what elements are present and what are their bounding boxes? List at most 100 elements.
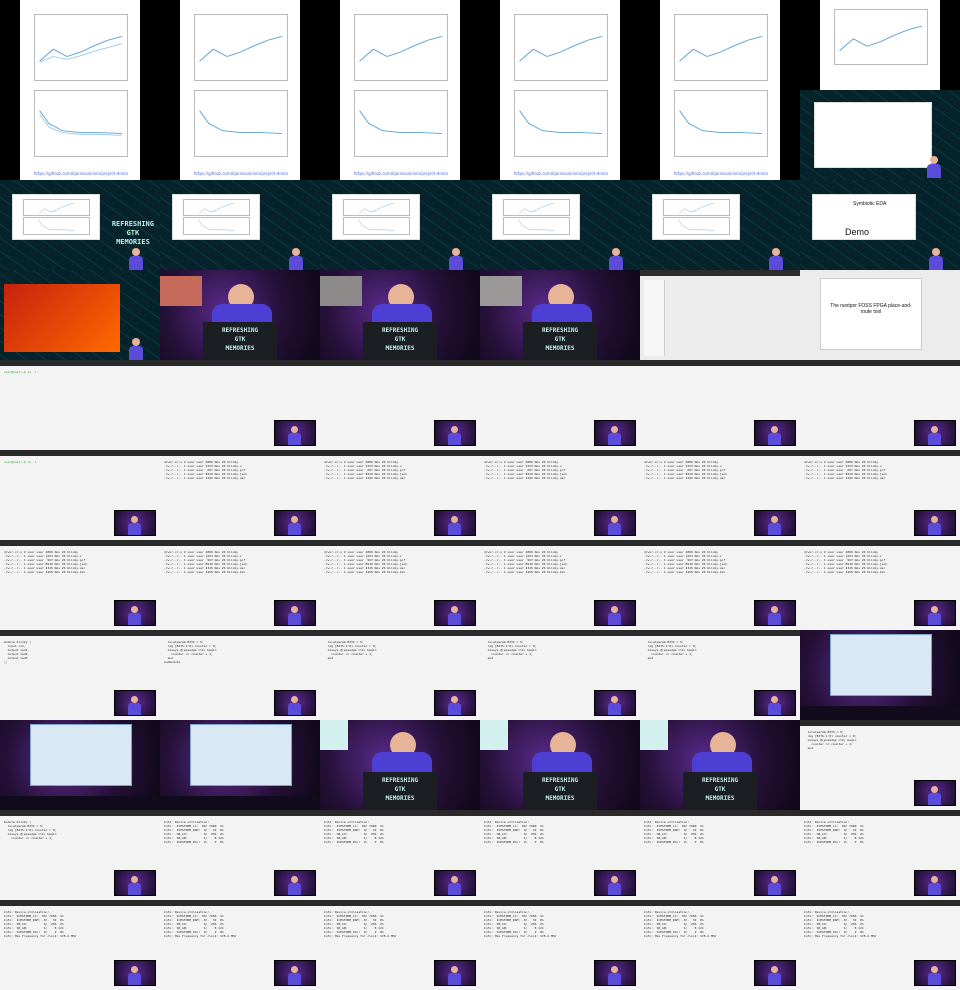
speaker-inset	[434, 420, 476, 446]
speaker-inset	[754, 420, 796, 446]
line-plot-upper	[674, 14, 768, 82]
line-plot-lower	[354, 90, 448, 157]
speaker-figure	[288, 248, 304, 270]
slide-url: https://github.com/bjornkoskinen/project…	[193, 171, 288, 176]
thumb-terminal-f6: Info: Device utilisation: Info: ICESTORM_…	[800, 810, 960, 900]
thumb-terminal-b4: drwxr-xr-x 2 user user 4096 Nov 20 blink…	[480, 450, 640, 540]
thumb-stage-1: REFRESHING GTK MEMORIES	[0, 180, 160, 270]
row-8: REFRESHING GTK MEMORIES REFRESHING GTK MEMOR…	[0, 720, 960, 810]
thumb-terminal-g4: Info: Device utilisation: Info: ICESTORM_…	[480, 900, 640, 990]
thumb-terminal-g5: Info: Device utilisation: Info: ICESTORM_…	[640, 900, 800, 990]
podium: REFRESHING GTK MEMORIES	[203, 322, 277, 360]
thumb-terminal-g6: Info: Device utilisation: Info: ICESTORM_…	[800, 900, 960, 990]
thumb-terminal-d2: localparam BITS = 5; reg [BITS-1:0] coun…	[160, 630, 320, 720]
thumb-terminal-d1: module blinky ( input clk, output led1, …	[0, 630, 160, 720]
thumb-terminal-a5	[640, 360, 800, 450]
thumb-podium-1: REFRESHING GTK MEMORIES	[160, 270, 320, 360]
thumb-terminal-c5: drwxr-xr-x 2 user user 4096 Nov 20 blink…	[640, 540, 800, 630]
conference-logo: REFRESHING GTK MEMORIES	[111, 220, 154, 246]
thumb-podium-6: REFRESHING GTK MEMORIES	[640, 720, 800, 810]
line-plot-upper	[354, 14, 448, 82]
line-plot-lower	[514, 90, 608, 157]
line-plot-lower	[674, 90, 768, 157]
thumb-terminal-d5: localparam BITS = 5; reg [BITS-1:0] coun…	[640, 630, 800, 720]
podium: REFRESHING GTK MEMORIES	[363, 322, 437, 360]
thumb-slide-1: https://github.com/bjornkoskinen/project…	[0, 0, 160, 180]
thumb-stage-3	[320, 180, 480, 270]
orange-slide	[4, 284, 120, 352]
slide-frame	[652, 194, 740, 240]
thumb-terminal-b6: drwxr-xr-x 2 user user 4096 Nov 20 blink…	[800, 450, 960, 540]
row-5: user@host:~$ ls -l drwxr-xr-x 2 user use…	[0, 450, 960, 540]
slide-frame	[814, 102, 932, 168]
line-plot-lower	[183, 217, 251, 235]
thumb-terminal-g3: Info: Device utilisation: Info: ICESTORM_…	[320, 900, 480, 990]
thumb-slide-6	[800, 0, 960, 180]
thumb-hall-wide-2	[0, 720, 160, 810]
thumb-terminal-c1: drwxr-xr-x 2 user user 4096 Nov 20 blink…	[0, 540, 160, 630]
thumb-terminal-a6	[800, 360, 960, 450]
row-10: Info: Device utilisation: Info: ICESTORM_…	[0, 900, 960, 990]
slide-frame	[492, 194, 580, 240]
thumb-slide-4: https://github.com/bjornkoskinen/project…	[480, 0, 640, 180]
thumb-stage-5	[640, 180, 800, 270]
slide-title: The nextpnr FOSS FPGA place-and-route to…	[830, 303, 912, 315]
thumb-terminal-g2: Info: Device utilisation: Info: ICESTORM_…	[160, 900, 320, 990]
speaker-inset	[274, 420, 316, 446]
thumb-hall-wide-1	[800, 630, 960, 720]
thumb-terminal-a3	[320, 360, 480, 450]
line-plot-upper	[663, 198, 731, 217]
thumb-terminal-b2: drwxr-xr-x 2 user user 4096 Nov 20 blink…	[160, 450, 320, 540]
speaker-figure	[128, 248, 144, 270]
line-plot-upper	[194, 14, 288, 82]
slide-frame: Symbiotic EDA Demo	[812, 194, 916, 240]
thumb-slide-5: https://github.com/bjornkoskinen/project…	[640, 0, 800, 180]
line-plot-upper	[183, 198, 251, 217]
thumb-slide-2: https://github.com/bjornkoskinen/project…	[160, 0, 320, 180]
thumb-terminal-f2: Info: Device utilisation: Info: ICESTORM_…	[160, 810, 320, 900]
line-plot-upper	[343, 198, 411, 217]
thumb-terminal-a1: user@host:~$ ls -l	[0, 360, 160, 450]
line-plot-upper	[503, 198, 571, 217]
podium: REFRESHING GTK MEMORIES	[363, 772, 437, 810]
thumb-title-slide: The nextpnr FOSS FPGA place-and-route to…	[800, 270, 960, 360]
thumb-podium-2: REFRESHING GTK MEMORIES	[320, 270, 480, 360]
line-plot-lower	[663, 217, 731, 235]
speaker-figure	[608, 248, 624, 270]
line-plot-upper	[34, 14, 128, 82]
thumb-terminal-c6: drwxr-xr-x 2 user user 4096 Nov 20 blink…	[800, 540, 960, 630]
thumb-terminal-d4: localparam BITS = 5; reg [BITS-1:0] coun…	[480, 630, 640, 720]
line-plot-upper	[23, 198, 91, 217]
speaker-figure	[448, 248, 464, 270]
row-1: https://github.com/bjornkoskinen/project…	[0, 0, 960, 180]
thumb-terminal-f4: Info: Device utilisation: Info: ICESTORM_…	[480, 810, 640, 900]
thumb-app-window	[640, 270, 800, 360]
speaker-figure	[926, 156, 942, 178]
slide-url: https://github.com/bjornkoskinen/project…	[353, 171, 448, 176]
slide-frame	[172, 194, 260, 240]
row-4: user@host:~$ ls -l	[0, 360, 960, 450]
row-6: drwxr-xr-x 2 user user 4096 Nov 20 blink…	[0, 540, 960, 630]
thumb-podium-3: REFRESHING GTK MEMORIES	[480, 270, 640, 360]
thumb-terminal-e1: localparam BITS = 5; reg [BITS-1:0] coun…	[800, 720, 960, 810]
line-plot-lower	[194, 90, 288, 157]
thumb-terminal-b1: user@host:~$ ls -l	[0, 450, 160, 540]
thumb-terminal-f3: Info: Device utilisation: Info: ICESTORM_…	[320, 810, 480, 900]
thumb-terminal-g1: Info: Device utilisation: Info: ICESTORM_…	[0, 900, 160, 990]
thumb-terminal-c4: drwxr-xr-x 2 user user 4096 Nov 20 blink…	[480, 540, 640, 630]
speaker-figure	[128, 338, 144, 360]
thumb-podium-5: REFRESHING GTK MEMORIES	[480, 720, 640, 810]
thumb-terminal-c2: drwxr-xr-x 2 user user 4096 Nov 20 blink…	[160, 540, 320, 630]
row-9: module blinky ( localparam BITS = 5; reg…	[0, 810, 960, 900]
podium: REFRESHING GTK MEMORIES	[683, 772, 757, 810]
demo-label: Demo	[845, 227, 870, 237]
row-7: module blinky ( input clk, output led1, …	[0, 630, 960, 720]
thumb-terminal-b3: drwxr-xr-x 2 user user 4096 Nov 20 blink…	[320, 450, 480, 540]
speaker-figure	[928, 248, 944, 270]
row-2: REFRESHING GTK MEMORIES Symbiotic EDA De…	[0, 180, 960, 270]
thumb-terminal-b5: drwxr-xr-x 2 user user 4096 Nov 20 blink…	[640, 450, 800, 540]
slide-frame	[332, 194, 420, 240]
thumb-orange-screen	[0, 270, 160, 360]
thumb-hall-wide-3	[160, 720, 320, 810]
speaker-inset	[594, 420, 636, 446]
